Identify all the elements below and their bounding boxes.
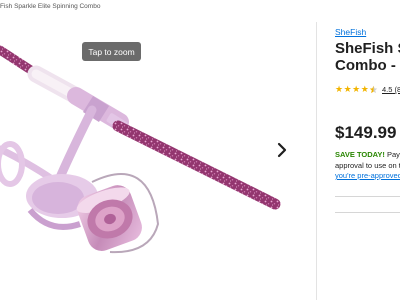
product-image-gallery[interactable]: Tap to zoom <box>0 14 300 300</box>
promo-message: SAVE TODAY! Pay $12 approval to use on t… <box>335 150 400 182</box>
price: $149.99 <box>335 123 397 142</box>
divider-rule <box>335 196 400 197</box>
product-info-panel: SheFish SheFish Sp Combo - La ★ ★ ★ ★ 4.… <box>335 0 400 300</box>
next-image-button[interactable] <box>272 139 292 161</box>
promo-line-2: approval to use on to <box>335 160 400 170</box>
product-title: SheFish Sp Combo - La <box>335 40 400 74</box>
star-icon: ★ <box>360 84 369 94</box>
preapproved-link[interactable]: you're pre-approved <box>335 171 400 182</box>
product-title-line-2: Combo - La <box>335 57 400 74</box>
promo-line-1: SAVE TODAY! Pay $12 <box>335 150 400 161</box>
star-icon: ★ <box>343 84 352 94</box>
rating-value: 4.5 <box>382 85 393 94</box>
rating-link[interactable]: 4.5 (8 <box>382 85 400 94</box>
star-icon: ★ <box>352 84 361 94</box>
star-icon: ★ <box>335 84 344 94</box>
divider-rule <box>335 212 400 213</box>
tap-to-zoom-button[interactable]: Tap to zoom <box>82 42 141 61</box>
product-image <box>0 45 281 254</box>
brand-link[interactable]: SheFish <box>335 27 366 37</box>
promo-save-label: SAVE TODAY! <box>335 150 385 159</box>
rating-count: (8 <box>394 85 400 94</box>
half-star-icon <box>369 85 378 96</box>
chevron-right-icon <box>277 142 287 158</box>
product-title-line-1: SheFish Sp <box>335 40 400 57</box>
promo-text: Pay $12 <box>386 150 400 159</box>
breadcrumb[interactable]: Fish Sparkle Elite Spinning Combo <box>0 3 100 10</box>
star-rating: ★ ★ ★ ★ <box>335 85 378 96</box>
column-divider <box>316 22 317 300</box>
